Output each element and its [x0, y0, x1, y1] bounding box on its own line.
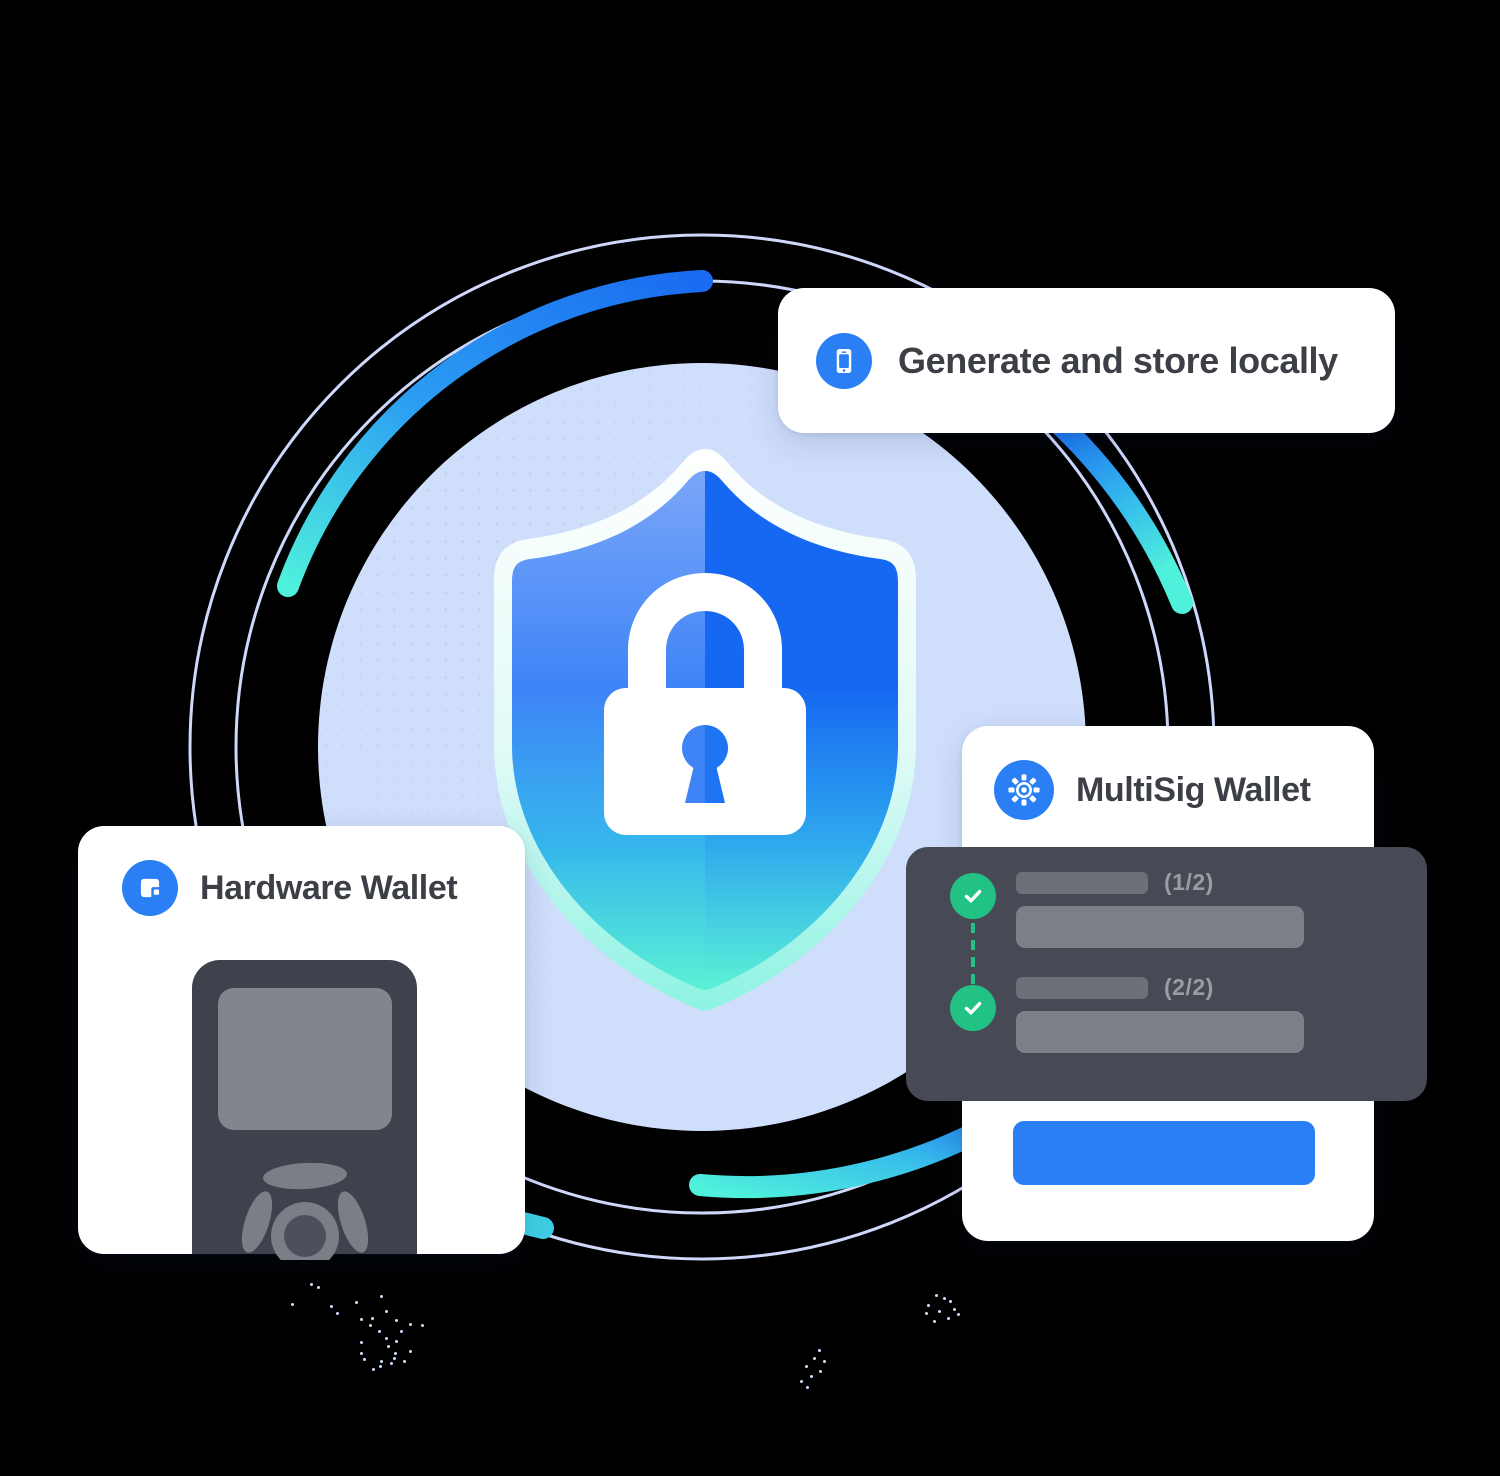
illustration-canvas: Generate and store locally Hardware Wall… — [0, 0, 1500, 1476]
sparkle-dots — [0, 0, 1500, 1476]
